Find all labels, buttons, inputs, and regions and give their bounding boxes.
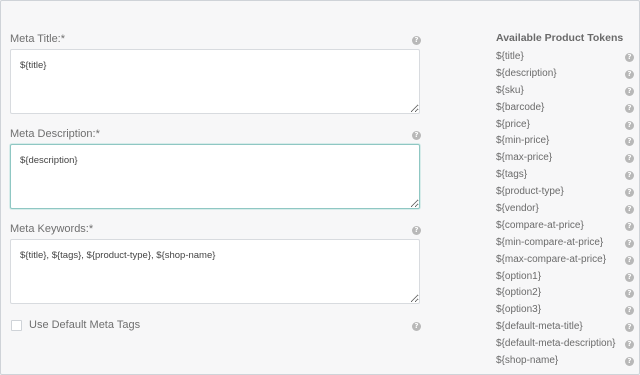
token-item[interactable]: ${title}? <box>496 49 636 66</box>
token-label: ${tags} <box>496 169 528 181</box>
token-item[interactable]: ${vendor}? <box>496 201 636 218</box>
token-label: ${option1} <box>496 270 542 282</box>
meta-keywords-label: Meta Keywords:* <box>10 223 94 235</box>
token-item[interactable]: ${sku}? <box>496 83 636 100</box>
help-icon[interactable]: ? <box>625 103 634 113</box>
token-label: ${sku} <box>496 84 524 96</box>
token-item[interactable]: ${option1}? <box>496 269 636 286</box>
token-label: ${option2} <box>496 287 542 299</box>
meta-description-input[interactable] <box>10 144 420 209</box>
help-icon[interactable]: ? <box>412 131 421 140</box>
meta-description-field: Meta Description:* ? <box>10 124 422 209</box>
token-list: ${title}? ${description}? ${sku}? ${barc… <box>496 49 636 370</box>
token-item[interactable]: ${max-price}? <box>496 150 636 167</box>
help-icon[interactable]: ? <box>625 205 634 215</box>
meta-description-label: Meta Description:* <box>10 128 100 140</box>
token-item[interactable]: ${max-compare-at-price}? <box>496 252 636 269</box>
token-item[interactable]: ${description}? <box>496 66 636 83</box>
token-item[interactable]: ${option3}? <box>496 302 636 319</box>
help-icon[interactable]: ? <box>625 357 634 367</box>
tokens-title: Available Product Tokens <box>496 32 624 44</box>
meta-title-field: Meta Title:* ? <box>10 29 422 114</box>
help-icon[interactable]: ? <box>625 340 634 350</box>
token-label: ${min-compare-at-price} <box>496 236 604 248</box>
help-icon[interactable]: ? <box>625 272 634 282</box>
meta-form: Meta Title:* ? Meta Description:* ? Meta… <box>10 29 422 334</box>
help-icon[interactable]: ? <box>625 238 634 248</box>
use-default-meta-label[interactable]: Use Default Meta Tags <box>29 318 140 333</box>
token-label: ${price} <box>496 118 530 130</box>
token-label: ${default-meta-title} <box>496 321 583 333</box>
token-label: ${default-meta-description} <box>496 338 616 350</box>
token-label: ${vendor} <box>496 203 539 215</box>
use-default-meta-row: Use Default Meta Tags ? <box>10 318 422 334</box>
help-icon[interactable]: ? <box>625 154 634 164</box>
token-label: ${title} <box>496 51 524 62</box>
help-icon[interactable]: ? <box>625 255 634 265</box>
help-icon[interactable]: ? <box>625 171 634 181</box>
token-item[interactable]: ${shop-name}? <box>496 353 636 370</box>
token-label: ${product-type} <box>496 186 564 198</box>
token-item[interactable]: ${price}? <box>496 117 636 134</box>
token-item[interactable]: ${min-compare-at-price}? <box>496 235 636 252</box>
token-label: ${description} <box>496 67 557 79</box>
meta-tags-panel: Meta Title:* ? Meta Description:* ? Meta… <box>0 0 640 375</box>
token-item[interactable]: ${tags}? <box>496 167 636 184</box>
help-icon[interactable]: ? <box>625 69 634 79</box>
help-icon[interactable]: ? <box>412 322 421 331</box>
meta-keywords-input[interactable] <box>10 239 420 304</box>
meta-title-input[interactable] <box>10 49 420 114</box>
token-label: ${max-price} <box>496 152 553 164</box>
meta-title-label: Meta Title:* <box>10 33 66 45</box>
help-icon[interactable]: ? <box>625 120 634 130</box>
token-label: ${min-price} <box>496 135 550 147</box>
help-icon[interactable]: ? <box>412 36 421 45</box>
help-icon[interactable]: ? <box>625 306 634 316</box>
help-icon[interactable]: ? <box>412 226 421 235</box>
use-default-meta-checkbox[interactable] <box>11 320 22 331</box>
token-item[interactable]: ${default-meta-description}? <box>496 336 636 353</box>
help-icon[interactable]: ? <box>625 86 634 96</box>
token-label: ${max-compare-at-price} <box>496 253 607 265</box>
token-item[interactable]: ${option2}? <box>496 285 636 302</box>
token-label: ${compare-at-price} <box>496 219 584 231</box>
token-item[interactable]: ${product-type}? <box>496 184 636 201</box>
help-icon[interactable]: ? <box>625 53 634 62</box>
token-label: ${option3} <box>496 304 542 316</box>
help-icon[interactable]: ? <box>625 289 634 299</box>
token-label: ${barcode} <box>496 101 545 113</box>
help-icon[interactable]: ? <box>625 221 634 231</box>
help-icon[interactable]: ? <box>625 188 634 198</box>
meta-keywords-field: Meta Keywords:* ? <box>10 219 422 304</box>
help-icon[interactable]: ? <box>625 137 634 147</box>
token-item[interactable]: ${compare-at-price}? <box>496 218 636 235</box>
token-item[interactable]: ${barcode}? <box>496 100 636 117</box>
token-label: ${shop-name} <box>496 355 559 367</box>
product-tokens-panel: Available Product Tokens ${title}? ${des… <box>496 32 636 370</box>
help-icon[interactable]: ? <box>625 323 634 333</box>
token-item[interactable]: ${min-price}? <box>496 133 636 150</box>
token-item[interactable]: ${default-meta-title}? <box>496 319 636 336</box>
